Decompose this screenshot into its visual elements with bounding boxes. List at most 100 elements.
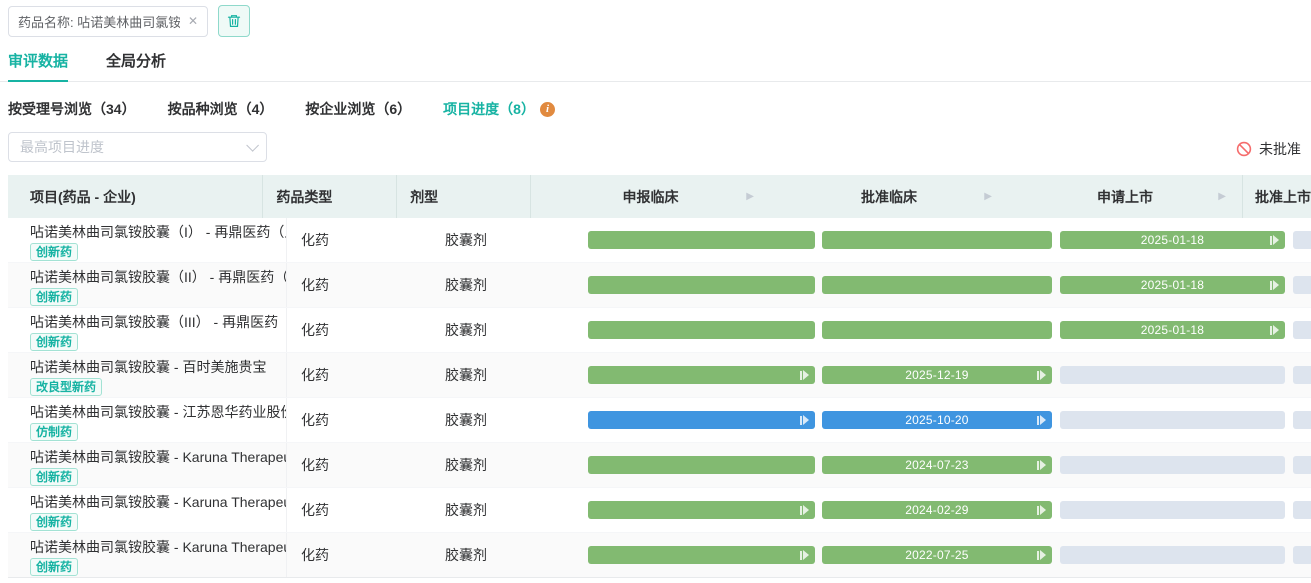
progress-bar-pending[interactable] (1293, 321, 1311, 339)
progress-bar-pending[interactable] (1060, 411, 1285, 429)
progress-bar-pending[interactable] (1060, 456, 1285, 474)
category-badge: 创新药 (30, 333, 78, 351)
step-forward-icon (1270, 325, 1279, 335)
progress-bar-green[interactable] (588, 321, 815, 339)
progress-bar-pending[interactable] (1060, 501, 1285, 519)
table-row[interactable]: 呫诺美林曲司氯铵胶囊（II） - 再鼎医药（上海） 创新药 化药 胶囊剂 202… (8, 263, 1311, 308)
progress-bar-green[interactable] (588, 276, 815, 294)
progress-bar-green[interactable] (588, 231, 815, 249)
progress-bar-green[interactable]: 2024-07-23 (822, 456, 1052, 474)
phase-label: 批准上市 (1255, 187, 1311, 207)
progress-date: 2024-02-29 (905, 503, 968, 517)
project-name: 呫诺美林曲司氯铵胶囊 - Karuna Therapeutics (30, 447, 286, 467)
phase-cell (1290, 443, 1311, 487)
phase-cell (1290, 308, 1311, 352)
phase-cell (579, 308, 818, 352)
drug-type-cell: 化药 (287, 488, 433, 532)
progress-bar-green[interactable] (822, 321, 1052, 339)
filter-chip-label: 药品名称: 呫诺美林曲司氯铵... (18, 12, 180, 31)
progress-bar-green[interactable]: 2025-01-18 (1060, 231, 1285, 249)
phase-cell: 2024-02-29 (818, 488, 1056, 532)
table-row[interactable]: 呫诺美林曲司氯铵胶囊 - 江苏恩华药业股份有限公司 仿制药 化药 胶囊剂 202… (8, 398, 1311, 443)
progress-bar-pending[interactable] (1060, 546, 1285, 564)
progress-bar-pending[interactable] (1293, 231, 1311, 249)
phase-cell (1290, 533, 1311, 577)
subtab-project-progress[interactable]: 项目进度（8） i (443, 99, 555, 119)
progress-bar-green[interactable]: 2025-01-18 (1060, 276, 1285, 294)
progress-bar-pending[interactable] (1293, 366, 1311, 384)
table-row[interactable]: 呫诺美林曲司氯铵胶囊（I） - 再鼎医药（上海） 创新药 化药 胶囊剂 2025… (8, 218, 1311, 263)
phase-bars: 2025-01-18 (579, 308, 1311, 352)
phase-cell (818, 263, 1056, 307)
phase-cell (818, 308, 1056, 352)
phase-bars: 2025-12-19 (579, 353, 1311, 397)
project-name: 呫诺美林曲司氯铵胶囊（II） - 再鼎医药（上海） (30, 267, 286, 287)
phase-arrow-icon: ▶ (746, 191, 754, 202)
progress-bar-green[interactable] (588, 546, 815, 564)
progress-bar-pending[interactable] (1293, 546, 1311, 564)
phase-cell (579, 488, 818, 532)
category-badge: 改良型新药 (30, 378, 102, 396)
progress-bar-pending[interactable] (1060, 366, 1285, 384)
drug-name-filter-chip[interactable]: 药品名称: 呫诺美林曲司氯铵... ✕ (8, 6, 208, 37)
category-badge: 创新药 (30, 468, 78, 486)
column-header-dosage-form: 剂型 (397, 175, 531, 218)
phase-cell (1290, 488, 1311, 532)
progress-bar-blue[interactable]: 2025-10-20 (822, 411, 1052, 429)
column-header-drug-type: 药品类型 (263, 175, 397, 218)
table-row[interactable]: 呫诺美林曲司氯铵胶囊 - Karuna Therapeutics 创新药 化药 … (8, 488, 1311, 533)
table-body: 呫诺美林曲司氯铵胶囊（I） - 再鼎医药（上海） 创新药 化药 胶囊剂 2025… (8, 218, 1311, 578)
info-icon[interactable]: i (540, 102, 555, 117)
step-forward-icon (800, 370, 809, 380)
table-row[interactable]: 呫诺美林曲司氯铵胶囊 - Karuna Therapeutics 创新药 化药 … (8, 443, 1311, 488)
project-cell: 呫诺美林曲司氯铵胶囊 - Karuna Therapeutics 创新药 (8, 443, 287, 487)
not-approved-legend: 未批准 (1236, 139, 1301, 162)
category-badge: 创新药 (30, 558, 78, 576)
phase-cell (579, 533, 818, 577)
progress-bar-pending[interactable] (1293, 276, 1311, 294)
phase-cell (1290, 353, 1311, 397)
progress-bar-pending[interactable] (1293, 456, 1311, 474)
table-row[interactable]: 呫诺美林曲司氯铵胶囊 - 百时美施贵宝 改良型新药 化药 胶囊剂 2025-12… (8, 353, 1311, 398)
progress-bar-green[interactable]: 2022-07-25 (822, 546, 1052, 564)
project-name: 呫诺美林曲司氯铵胶囊 - Karuna Therapeutics (30, 537, 286, 557)
drug-type-cell: 化药 (287, 218, 433, 262)
phase-cell: 2025-01-18 (1056, 263, 1290, 307)
filter-row: 最高项目进度 未批准 (0, 119, 1311, 162)
not-approved-label: 未批准 (1259, 139, 1301, 159)
subtab-by-company[interactable]: 按企业浏览（6） (305, 99, 411, 119)
progress-bar-green[interactable]: 2024-02-29 (822, 501, 1052, 519)
close-icon[interactable]: ✕ (188, 14, 198, 28)
progress-bar-green[interactable]: 2025-01-18 (1060, 321, 1285, 339)
step-forward-icon (1037, 415, 1046, 425)
column-header-phase-nda-filed: 申请上市 ▶ (1008, 175, 1242, 218)
table-row[interactable]: 呫诺美林曲司氯铵胶囊（III） - 再鼎医药（上海） 创新药 化药 胶囊剂 20… (8, 308, 1311, 353)
phase-cell: 2024-07-23 (818, 443, 1056, 487)
step-forward-icon (1270, 280, 1279, 290)
phase-cell: 2022-07-25 (818, 533, 1056, 577)
dosage-form-cell: 胶囊剂 (433, 488, 579, 532)
progress-bar-pending[interactable] (1293, 411, 1311, 429)
tab-review-data[interactable]: 审评数据 (8, 50, 68, 82)
subtab-by-acceptance-number[interactable]: 按受理号浏览（34） (8, 99, 136, 119)
progress-bar-pending[interactable] (1293, 501, 1311, 519)
subtab-by-variety[interactable]: 按品种浏览（4） (168, 99, 274, 119)
dosage-form-cell: 胶囊剂 (433, 443, 579, 487)
phase-cell: 2025-01-18 (1056, 218, 1290, 262)
progress-bar-green[interactable] (822, 276, 1052, 294)
progress-bar-green[interactable] (588, 366, 815, 384)
clear-filters-button[interactable] (218, 5, 250, 37)
progress-bar-blue[interactable] (588, 411, 815, 429)
project-name: 呫诺美林曲司氯铵胶囊 - 百时美施贵宝 (30, 357, 286, 377)
phase-label: 批准临床 (861, 187, 917, 207)
progress-bar-green[interactable] (588, 456, 815, 474)
subtab-label: 按企业浏览（6） (305, 99, 411, 119)
tab-global-analysis[interactable]: 全局分析 (106, 50, 166, 82)
phase-cell: 2025-10-20 (818, 398, 1056, 442)
max-progress-select[interactable]: 最高项目进度 (8, 132, 267, 162)
progress-bar-green[interactable] (588, 501, 815, 519)
table-row[interactable]: 呫诺美林曲司氯铵胶囊 - Karuna Therapeutics 创新药 化药 … (8, 533, 1311, 578)
progress-bar-green[interactable]: 2025-12-19 (822, 366, 1052, 384)
progress-bar-green[interactable] (822, 231, 1052, 249)
dosage-form-cell: 胶囊剂 (433, 218, 579, 262)
